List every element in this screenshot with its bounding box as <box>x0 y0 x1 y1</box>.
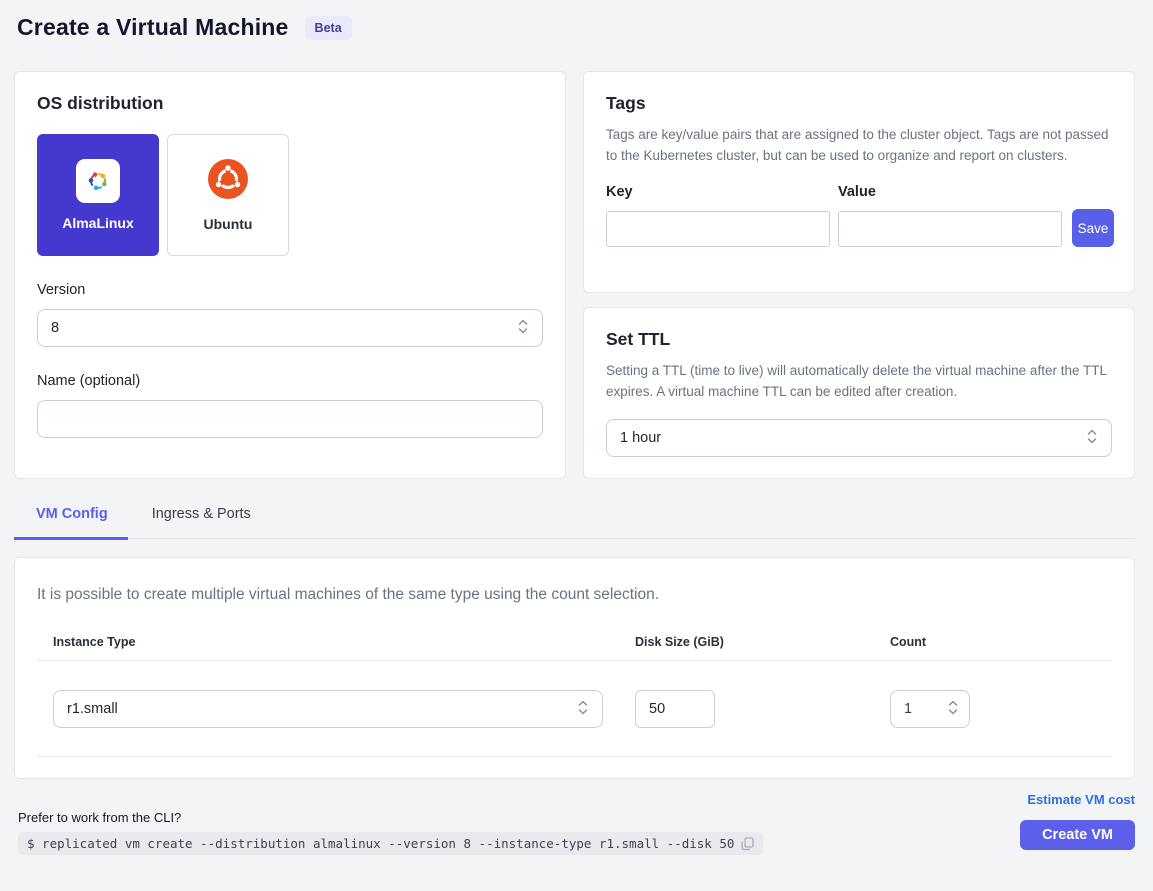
vm-table-header: Instance Type Disk Size (GiB) Count <box>37 635 1112 661</box>
almalinux-icon <box>76 159 120 203</box>
create-vm-page: Create a Virtual Machine Beta OS distrib… <box>0 0 1153 855</box>
tag-value-label: Value <box>838 184 1062 200</box>
tag-value-input[interactable] <box>838 211 1062 247</box>
footer-actions: Estimate VM cost Create VM <box>1020 792 1135 855</box>
version-label: Version <box>37 282 543 298</box>
count-stepper[interactable]: 1 <box>890 690 970 728</box>
cards-row: OS distribution <box>14 71 1135 479</box>
version-select-value: 8 <box>51 320 59 336</box>
tab-ingress-ports[interactable]: Ingress & Ports <box>152 506 251 538</box>
chevron-updown-icon <box>947 699 959 720</box>
vm-table-row: r1.small 1 <box>37 661 1112 757</box>
right-column: Tags Tags are key/value pairs that are a… <box>583 71 1135 479</box>
cli-prompt: Prefer to work from the CLI? <box>18 810 763 825</box>
disk-size-cell <box>619 690 874 728</box>
os-distribution-card: OS distribution <box>14 71 566 479</box>
name-input[interactable] <box>37 400 543 438</box>
save-tag-button[interactable]: Save <box>1072 209 1114 247</box>
count-value: 1 <box>904 701 912 717</box>
column-instance-type: Instance Type <box>37 635 619 649</box>
ttl-select-value: 1 hour <box>620 430 661 446</box>
chevron-updown-icon <box>1086 428 1098 449</box>
os-tiles: AlmaLinux <box>37 134 543 256</box>
chevron-updown-icon <box>577 699 589 720</box>
tag-value-column: Value <box>838 184 1062 247</box>
chevron-updown-icon <box>517 318 529 339</box>
column-count: Count <box>874 635 1112 649</box>
cli-command-block: $ replicated vm create --distribution al… <box>18 832 763 855</box>
ubuntu-icon <box>208 159 248 204</box>
tab-bar: VM Config Ingress & Ports <box>14 506 1135 539</box>
tab-vm-config[interactable]: VM Config <box>14 506 128 540</box>
os-tile-almalinux[interactable]: AlmaLinux <box>37 134 159 256</box>
ttl-description: Setting a TTL (time to live) will automa… <box>606 361 1112 402</box>
tag-key-input[interactable] <box>606 211 830 247</box>
instance-type-cell: r1.small <box>37 690 619 728</box>
tags-form: Key Value Save <box>606 184 1112 247</box>
os-tile-ubuntu[interactable]: Ubuntu <box>167 134 289 256</box>
estimate-vm-cost-link[interactable]: Estimate VM cost <box>1027 792 1135 807</box>
page-title: Create a Virtual Machine <box>17 14 289 41</box>
instance-type-select[interactable]: r1.small <box>53 690 603 728</box>
tag-key-column: Key <box>606 184 830 247</box>
page-header: Create a Virtual Machine Beta <box>14 14 1135 41</box>
version-select[interactable]: 8 <box>37 309 543 347</box>
os-card-title: OS distribution <box>37 93 543 114</box>
cli-command-text: $ replicated vm create --distribution al… <box>27 836 734 851</box>
ttl-card-title: Set TTL <box>606 329 1112 350</box>
vm-config-card: It is possible to create multiple virtua… <box>14 557 1135 779</box>
tags-card-title: Tags <box>606 93 1112 114</box>
footer: Prefer to work from the CLI? $ replicate… <box>14 792 1135 855</box>
column-disk-size: Disk Size (GiB) <box>619 635 874 649</box>
set-ttl-card: Set TTL Setting a TTL (time to live) wil… <box>583 307 1135 479</box>
os-tile-label-almalinux: AlmaLinux <box>62 215 134 231</box>
copy-icon[interactable] <box>741 837 754 851</box>
os-tile-label-ubuntu: Ubuntu <box>204 216 253 232</box>
tags-card: Tags Tags are key/value pairs that are a… <box>583 71 1135 293</box>
cli-section: Prefer to work from the CLI? $ replicate… <box>18 810 763 855</box>
beta-badge: Beta <box>305 16 352 40</box>
name-label: Name (optional) <box>37 373 543 389</box>
disk-size-input[interactable] <box>635 690 715 728</box>
count-cell: 1 <box>874 690 1112 728</box>
tags-description: Tags are key/value pairs that are assign… <box>606 125 1112 166</box>
create-vm-button[interactable]: Create VM <box>1020 820 1135 850</box>
instance-type-value: r1.small <box>67 701 118 717</box>
vm-config-intro: It is possible to create multiple virtua… <box>37 586 1112 604</box>
tag-key-label: Key <box>606 184 830 200</box>
ttl-select[interactable]: 1 hour <box>606 419 1112 457</box>
